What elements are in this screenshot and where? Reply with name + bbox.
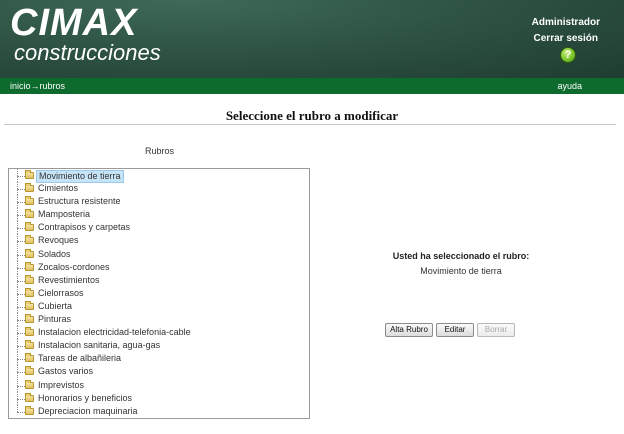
tree-item-label: Solados: [38, 248, 71, 259]
tree-connector: [17, 404, 18, 412]
tree-item[interactable]: Cielorrasos: [9, 286, 309, 300]
tree-item-label: Pinturas: [38, 314, 72, 325]
tree-connector: [17, 189, 25, 191]
tree-item[interactable]: Honorarios y beneficios: [9, 391, 309, 405]
folder-icon: [25, 314, 34, 324]
tree-connector: [17, 411, 25, 413]
tree-connector: [17, 254, 25, 256]
folder-icon: [25, 340, 34, 350]
tree-item-label: Revoques: [38, 235, 79, 246]
tree-connector: [17, 228, 25, 230]
tree-item[interactable]: Mamposteria: [9, 208, 309, 222]
tree-item[interactable]: Pinturas: [9, 313, 309, 327]
tree-item[interactable]: Instalacion sanitaria, agua-gas: [9, 339, 309, 353]
folder-icon: [25, 222, 34, 232]
tree-item-label: Contrapisos y carpetas: [38, 222, 131, 233]
folder-icon: [25, 209, 34, 219]
selection-caption: Usted ha seleccionado el rubro:: [392, 251, 530, 261]
tree-connector: [17, 398, 25, 400]
tree-item-label: Cubierta: [38, 300, 73, 311]
folder-icon: [25, 248, 34, 258]
folder-icon: [25, 183, 34, 193]
tree-item[interactable]: Tareas de albañileria: [9, 352, 309, 366]
folder-icon: [25, 170, 34, 179]
tree-item[interactable]: Imprevistos: [9, 378, 309, 392]
tree-item[interactable]: Revestimientos: [9, 273, 309, 287]
user-name: Administrador: [531, 17, 600, 28]
tree-item[interactable]: Cimientos: [9, 182, 309, 196]
folder-icon: [25, 196, 34, 206]
logout-link[interactable]: Cerrar sesión: [534, 33, 598, 44]
tree-item-label: Gastos varios: [38, 366, 94, 377]
folder-icon: [25, 235, 34, 245]
tree-item-label: Instalacion sanitaria, agua-gas: [38, 340, 161, 351]
tree-item-label: Estructura resistente: [38, 196, 121, 207]
tree-connector: [17, 320, 25, 322]
tree-connector: [17, 215, 25, 217]
help-link[interactable]: ayuda: [557, 80, 582, 92]
selected-rubro: Movimiento de tierra: [420, 266, 502, 276]
tree-connector: [17, 306, 25, 308]
title-divider: [4, 124, 616, 125]
page: CIMAX construcciones Administrador Cerra…: [0, 0, 624, 434]
tree-connector: [17, 176, 25, 177]
tree-caption: Rubros: [145, 146, 175, 156]
tree-connector: [17, 333, 25, 335]
tree-item-label: Revestimientos: [38, 274, 100, 285]
folder-icon: [25, 287, 34, 297]
header: CIMAX construcciones Administrador Cerra…: [0, 0, 624, 78]
logo-subtitle: construcciones: [14, 40, 161, 65]
tree-item[interactable]: Revoques: [9, 234, 309, 248]
tree-connector: [17, 280, 25, 282]
tree-item-label: Honorarios y beneficios: [38, 392, 133, 403]
help-icon[interactable]: ?: [560, 47, 576, 63]
breadcrumb[interactable]: inicio→rubros: [10, 80, 65, 92]
tree-connector: [17, 385, 25, 387]
tree-item[interactable]: Solados: [9, 247, 309, 261]
tree-item-label: Cielorrasos: [38, 287, 84, 298]
tree-connector: [17, 293, 25, 295]
tree-item[interactable]: Depreciacion maquinaria: [9, 404, 309, 418]
folder-icon: [25, 366, 34, 376]
tree-item-label: Zocalos-cordones: [38, 261, 110, 272]
tree-connector: [17, 359, 25, 361]
tree-item-label: Movimiento de tierra: [36, 170, 124, 183]
tree-item-label: Depreciacion maquinaria: [38, 405, 138, 416]
tree-connector: [17, 241, 25, 243]
folder-icon: [25, 274, 34, 284]
tree-item[interactable]: Cubierta: [9, 299, 309, 313]
folder-icon: [25, 353, 34, 363]
tree-connector: [17, 372, 25, 374]
borrar-button[interactable]: Borrar: [477, 323, 515, 337]
tree-item-label: Cimientos: [38, 183, 79, 194]
tree-connector: [17, 202, 25, 204]
page-title: Seleccione el rubro a modificar: [225, 108, 399, 123]
alta-rubro-button[interactable]: Alta Rubro: [385, 323, 433, 337]
folder-icon: [25, 405, 34, 415]
folder-icon: [25, 379, 34, 389]
editar-button[interactable]: Editar: [436, 323, 474, 337]
tree-item[interactable]: Zocalos-cordones: [9, 260, 309, 274]
tree-item[interactable]: Estructura resistente: [9, 195, 309, 209]
tree-item[interactable]: Gastos varios: [9, 365, 309, 379]
tree-item-label: Mamposteria: [38, 209, 91, 220]
folder-icon: [25, 327, 34, 337]
nav-bar: inicio→rubros ayuda: [0, 78, 624, 94]
folder-icon: [25, 261, 34, 271]
tree-item[interactable]: Contrapisos y carpetas: [9, 221, 309, 235]
tree-item-label: Tareas de albañileria: [38, 353, 122, 364]
tree-connector: [17, 267, 25, 269]
tree-item-label: Instalacion electricidad-telefonia-cable: [38, 327, 191, 338]
folder-icon: [25, 300, 34, 310]
logo: CIMAX: [10, 2, 138, 44]
tree-connector: [17, 346, 25, 348]
tree-list: Movimiento de tierra Cimientos Estructura …: [9, 169, 309, 418]
folder-icon: [25, 392, 34, 402]
tree-item-label: Imprevistos: [38, 379, 85, 390]
tree-item[interactable]: Instalacion electricidad-telefonia-cable: [9, 326, 309, 340]
tree-item[interactable]: Movimiento de tierra: [9, 169, 309, 183]
rubros-tree[interactable]: Movimiento de tierra Cimientos Estructura …: [8, 168, 310, 419]
